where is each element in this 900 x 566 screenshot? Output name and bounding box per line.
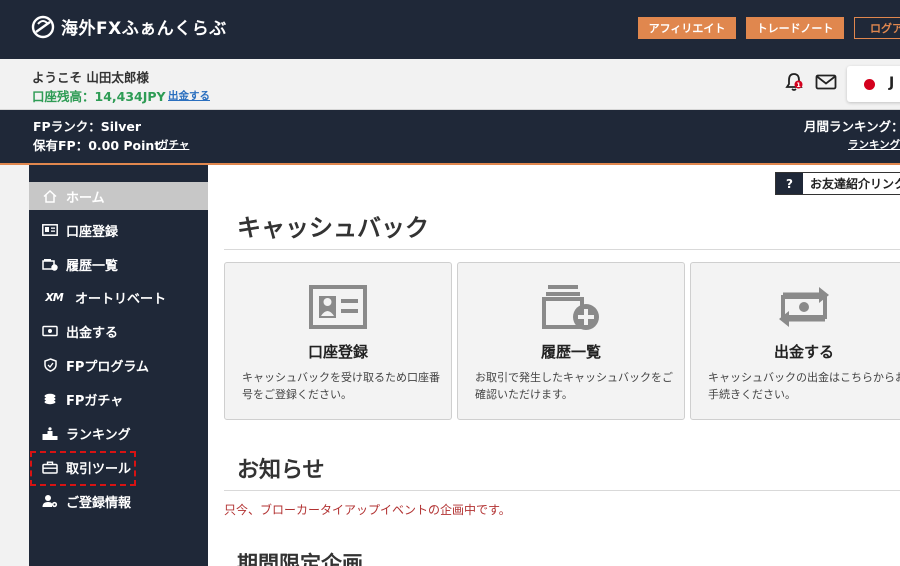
logo-mark-icon	[31, 15, 55, 38]
sidebar-item-withdraw[interactable]: 出金する	[29, 317, 208, 345]
card-history[interactable]: 履歴一覧 お取引で発生したキャッシュバックをご確認いただけます。	[457, 262, 685, 420]
card-title: 口座登録	[307, 343, 368, 361]
affiliate-button[interactable]: アフィリエイト	[638, 17, 736, 39]
sidebar-item-label: ホーム	[66, 190, 105, 206]
logout-button[interactable]: ログア	[854, 17, 900, 39]
site-name: 海外FXふぁんくらぶ	[61, 19, 227, 39]
sidebar: ホーム 口座登録 履歴一覧 XM オートリベート 出金する FPプログラム FP…	[29, 165, 208, 566]
help-icon: ?	[776, 173, 803, 194]
folder-plus-icon	[542, 285, 599, 330]
money-transfer-icon	[779, 287, 829, 327]
sidebar-item-label: オートリベート	[75, 291, 167, 307]
podium-icon	[41, 426, 59, 440]
language-code: J	[889, 75, 895, 91]
greeting-text: ようこそ 山田太郎様	[32, 70, 149, 85]
account-balance: 口座残高：14,434JPY	[32, 89, 166, 104]
page-title: キャッシュバック	[237, 214, 429, 242]
news-title: お知らせ	[237, 458, 325, 483]
sidebar-item-label: 履歴一覧	[66, 258, 119, 274]
card-description: キャッシュバックを受け取るため口座番号をご登録ください。	[242, 371, 440, 401]
sidebar-item-fp-gacha[interactable]: FPガチャ	[29, 385, 208, 413]
sidebar-item-auto-rebate[interactable]: XM オートリベート	[29, 283, 208, 311]
home-icon	[41, 189, 59, 203]
sidebar-item-ranking[interactable]: ランキング	[29, 419, 208, 447]
trade-note-button[interactable]: トレードノート	[746, 17, 844, 39]
sidebar-item-history[interactable]: 履歴一覧	[29, 250, 208, 278]
monthly-ranking-label: 月間ランキング：	[804, 119, 900, 134]
user-gear-icon	[41, 494, 59, 508]
sidebar-item-label: 口座登録	[66, 224, 119, 240]
main-content: ? お友達紹介リンク キャッシュバック 口座登録 キャッシュバックを受け取るため…	[208, 165, 900, 566]
folder-plus-icon	[41, 257, 59, 271]
sidebar-item-label: FPガチャ	[66, 393, 124, 409]
money-icon	[41, 324, 59, 338]
ranking-link[interactable]: ランキング	[848, 137, 900, 152]
card-title: 履歴一覧	[540, 343, 601, 361]
sidebar-item-label: FPプログラム	[66, 359, 150, 375]
id-card-icon	[309, 285, 367, 329]
coins-icon	[41, 392, 59, 406]
card-description: お取引で発生したキャッシュバックをご確認いただけます。	[475, 371, 673, 401]
bell-icon[interactable]: 1	[785, 72, 803, 92]
friend-referral-link[interactable]: ? お友達紹介リンク	[775, 172, 900, 195]
campaign-title: 期間限定企画	[237, 552, 363, 566]
sidebar-item-label: 出金する	[66, 325, 119, 341]
news-text: 只今、ブローカータイアップイベントの企画中です。	[224, 503, 511, 517]
fp-points: 保有FP：0.00 Point	[33, 138, 161, 153]
sidebar-item-home[interactable]: ホーム	[29, 182, 208, 210]
sidebar-item-label: ランキング	[66, 427, 131, 443]
title-divider	[224, 249, 900, 250]
sidebar-item-account-registration[interactable]: 口座登録	[29, 216, 208, 244]
card-withdraw[interactable]: 出金する キャッシュバックの出金はこちらからお手続きください。	[690, 262, 900, 420]
fp-rank: FPランク：Silver	[33, 119, 142, 134]
language-selector[interactable]: J	[847, 66, 900, 102]
welcome-bar: ようこそ 山田太郎様 口座残高：14,434JPY 出金する	[0, 59, 900, 110]
sidebar-item-fp-program[interactable]: FPプログラム	[29, 351, 208, 379]
card-description: キャッシュバックの出金はこちらからお手続きください。	[708, 371, 900, 401]
xm-logo-icon: XM	[45, 290, 63, 304]
friend-referral-label: お友達紹介リンク	[810, 177, 900, 191]
card-account-registration[interactable]: 口座登録 キャッシュバックを受け取るため口座番号をご登録ください。	[224, 262, 452, 420]
mail-icon[interactable]	[815, 74, 837, 90]
trading-tools-highlight-box	[30, 451, 136, 486]
withdraw-link[interactable]: 出金する	[168, 88, 210, 103]
site-logo[interactable]: 海外FXふぁんくらぶ	[31, 14, 227, 39]
shield-icon	[41, 358, 59, 372]
sidebar-item-label: ご登録情報	[66, 495, 132, 511]
card-title: 出金する	[773, 343, 834, 361]
notification-count: 1	[796, 81, 801, 89]
japan-flag-icon	[864, 79, 875, 90]
fp-status-bar: FPランク：Silver 保有FP：0.00 Point ガチャ 月間ランキング…	[0, 110, 900, 165]
left-gutter	[0, 165, 29, 566]
gacha-link[interactable]: ガチャ	[158, 137, 189, 152]
top-header: 海外FXふぁんくらぶ アフィリエイト トレードノート ログア	[0, 0, 900, 59]
sidebar-item-registration-info[interactable]: ご登録情報	[29, 487, 208, 515]
news-divider	[224, 490, 900, 491]
id-card-icon	[41, 223, 59, 237]
